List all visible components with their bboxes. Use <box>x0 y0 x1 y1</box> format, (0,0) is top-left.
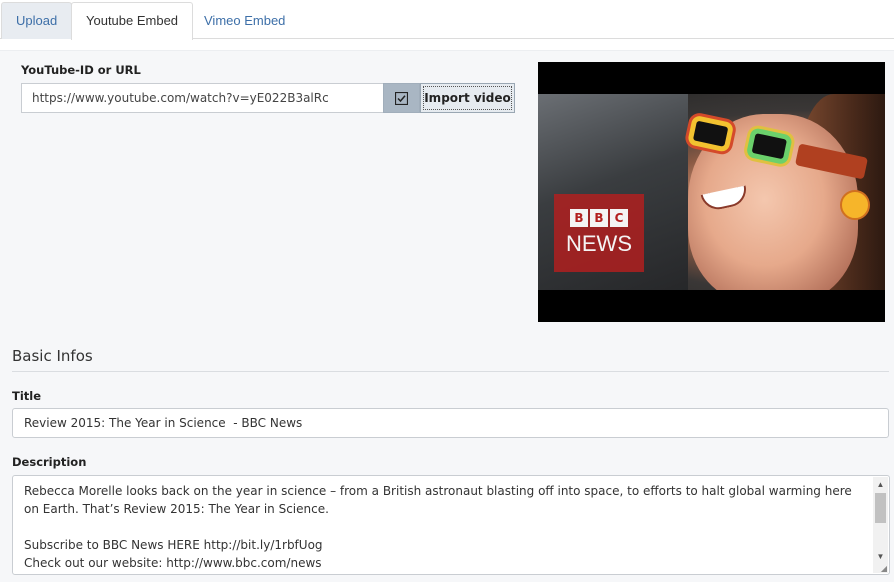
scroll-down-icon[interactable]: ▼ <box>873 549 888 563</box>
tab-youtube-embed[interactable]: Youtube Embed <box>71 2 194 40</box>
bbc-news-logo: B B C NEWS <box>554 194 644 272</box>
youtube-url-input[interactable]: https://www.youtube.com/watch?v=yE022B3a… <box>21 83 383 113</box>
description-label: Description <box>12 455 87 469</box>
description-textarea[interactable]: Rebecca Morelle looks back on the year i… <box>12 475 890 575</box>
checkbox-checked-icon <box>395 91 408 105</box>
section-divider <box>12 371 889 372</box>
youtube-url-group: https://www.youtube.com/watch?v=yE022B3a… <box>21 83 515 113</box>
tab-vimeo-embed[interactable]: Vimeo Embed <box>189 2 300 39</box>
description-scrollbar[interactable]: ▲ ▼ <box>873 477 888 573</box>
scroll-up-icon[interactable]: ▲ <box>873 477 888 491</box>
scroll-thumb[interactable] <box>875 493 886 523</box>
youtube-url-label: YouTube-ID or URL <box>21 63 141 77</box>
resize-handle-icon[interactable]: ◢ <box>881 564 887 573</box>
basic-infos-heading: Basic Infos <box>12 347 93 365</box>
title-label: Title <box>12 389 42 403</box>
import-video-button[interactable]: Import video <box>420 83 515 113</box>
tab-bar: Upload Youtube Embed Vimeo Embed <box>0 0 894 40</box>
description-text: Rebecca Morelle looks back on the year i… <box>24 484 852 570</box>
tab-upload[interactable]: Upload <box>1 2 73 39</box>
video-frame: B B C NEWS <box>538 94 885 290</box>
checkbox-addon[interactable] <box>383 83 420 113</box>
title-input[interactable]: Review 2015: The Year in Science - BBC N… <box>12 408 889 438</box>
video-thumbnail[interactable]: B B C NEWS <box>538 62 885 322</box>
